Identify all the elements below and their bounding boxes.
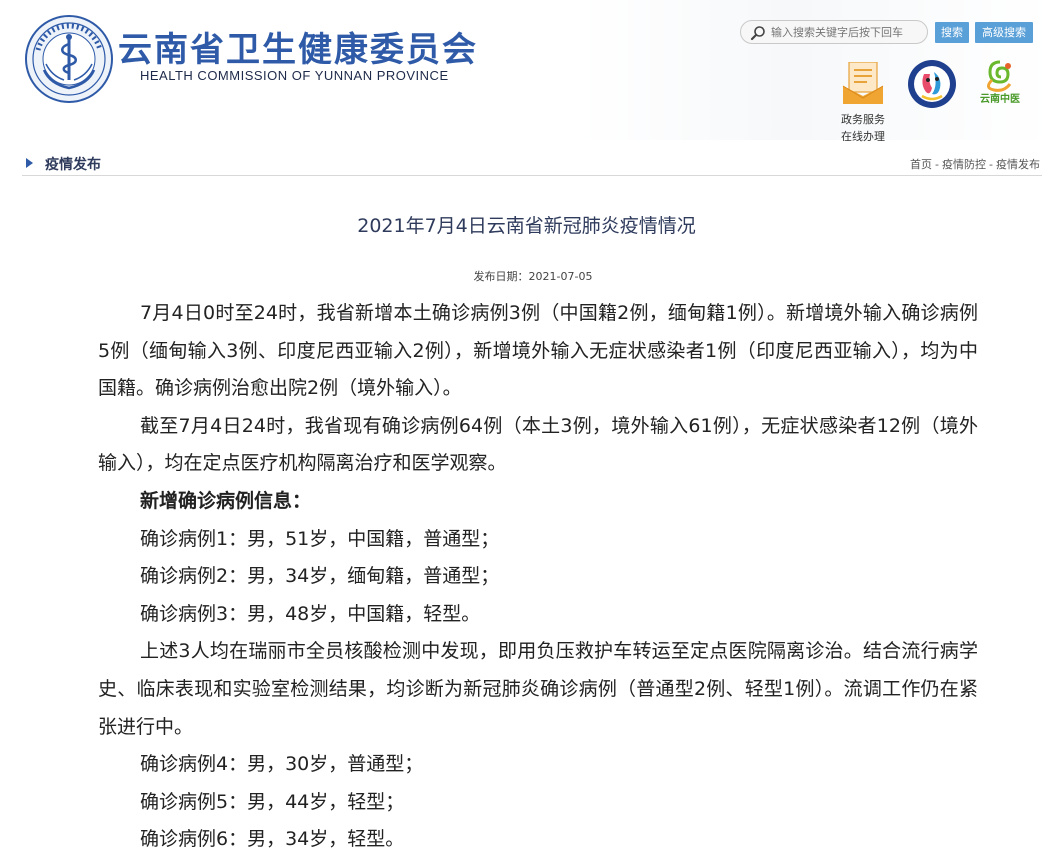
case-item: 确诊病例4：男，30岁，普通型； — [140, 753, 424, 776]
site-header: 云南省卫生健康委员会 HEALTH COMMISSION OF YUNNAN P… — [0, 0, 1053, 143]
gov-service-link[interactable]: 政务服务 在线办理 — [833, 61, 893, 144]
breadcrumb-epidemic-release-link[interactable]: 疫情发布 — [996, 158, 1040, 171]
article-content: 7月4日0时至24时，我省新增本土确诊病例3例（中国籍2例，缅甸籍1例）。新增境… — [98, 295, 978, 859]
site-name-cn[interactable]: 云南省卫生健康委员会 — [118, 22, 478, 71]
case-item: 确诊病例5：男，44岁，轻型； — [140, 790, 405, 813]
breadcrumb-separator: - — [935, 158, 940, 171]
gov-service-label-1: 政务服务 — [841, 113, 885, 126]
case-item: 确诊病例6：男，34岁，轻型。 — [140, 828, 405, 851]
case-item: 确诊病例3：男，48岁，中国籍，轻型。 — [140, 602, 481, 625]
site-name-en: HEALTH COMMISSION OF YUNNAN PROVINCE — [140, 68, 449, 83]
gov-service-label-2: 在线办理 — [841, 130, 885, 143]
article-title: 2021年7月4日云南省新冠肺炎疫情情况 — [357, 215, 696, 237]
search-box — [740, 20, 928, 44]
search-icon — [750, 26, 765, 41]
article-paragraph: 7月4日0时至24时，我省新增本土确诊病例3例（中国籍2例，缅甸籍1例）。新增境… — [98, 302, 978, 400]
publish-date: 发布日期：2021-07-05 — [0, 268, 1053, 284]
section-bar: 疫情发布 首页 - 疫情防控 - 疫情发布 — [22, 148, 1042, 176]
advanced-search-button[interactable]: 高级搜索 — [975, 22, 1033, 43]
article-paragraph: 上述3人均在瑞丽市全员核酸检测中发现，即用负压救护车转运至定点医院隔离诊治。结合… — [98, 640, 978, 738]
search-button[interactable]: 搜索 — [935, 22, 969, 43]
case-item: 确诊病例2：男，34岁，缅甸籍，普通型； — [140, 565, 500, 588]
breadcrumb-home-link[interactable]: 首页 — [910, 158, 932, 171]
gov-service-icon — [842, 61, 884, 104]
yunnan-tcm-logo-icon: 云南中医 — [980, 60, 1020, 105]
new-cases-heading: 新增确诊病例信息： — [140, 489, 312, 512]
case-item: 确诊病例1：男，51岁，中国籍，普通型； — [140, 527, 500, 550]
search-input[interactable] — [771, 23, 923, 41]
breadcrumb-separator: - — [989, 158, 993, 171]
health-mascot-link[interactable] — [902, 58, 962, 114]
breadcrumb: 首页 - 疫情防控 - 疫情发布 — [910, 156, 1040, 172]
section-title-text: 疫情发布 — [45, 157, 101, 173]
breadcrumb-epidemic-control-link[interactable]: 疫情防控 — [942, 158, 986, 171]
health-mascot-icon — [908, 60, 956, 108]
publish-date-value: 2021-07-05 — [528, 270, 593, 283]
yunnan-tcm-link[interactable]: 云南中医 — [970, 58, 1030, 110]
tcm-logo-text: 云南中医 — [980, 92, 1020, 105]
section-title: 疫情发布 — [26, 154, 101, 174]
article-paragraph: 截至7月4日24时，我省现有确诊病例64例（本土3例，境外输入61例），无症状感… — [98, 414, 978, 475]
triangle-right-icon — [26, 158, 33, 168]
commission-emblem-icon[interactable] — [24, 14, 114, 104]
publish-date-label: 发布日期： — [473, 270, 529, 283]
